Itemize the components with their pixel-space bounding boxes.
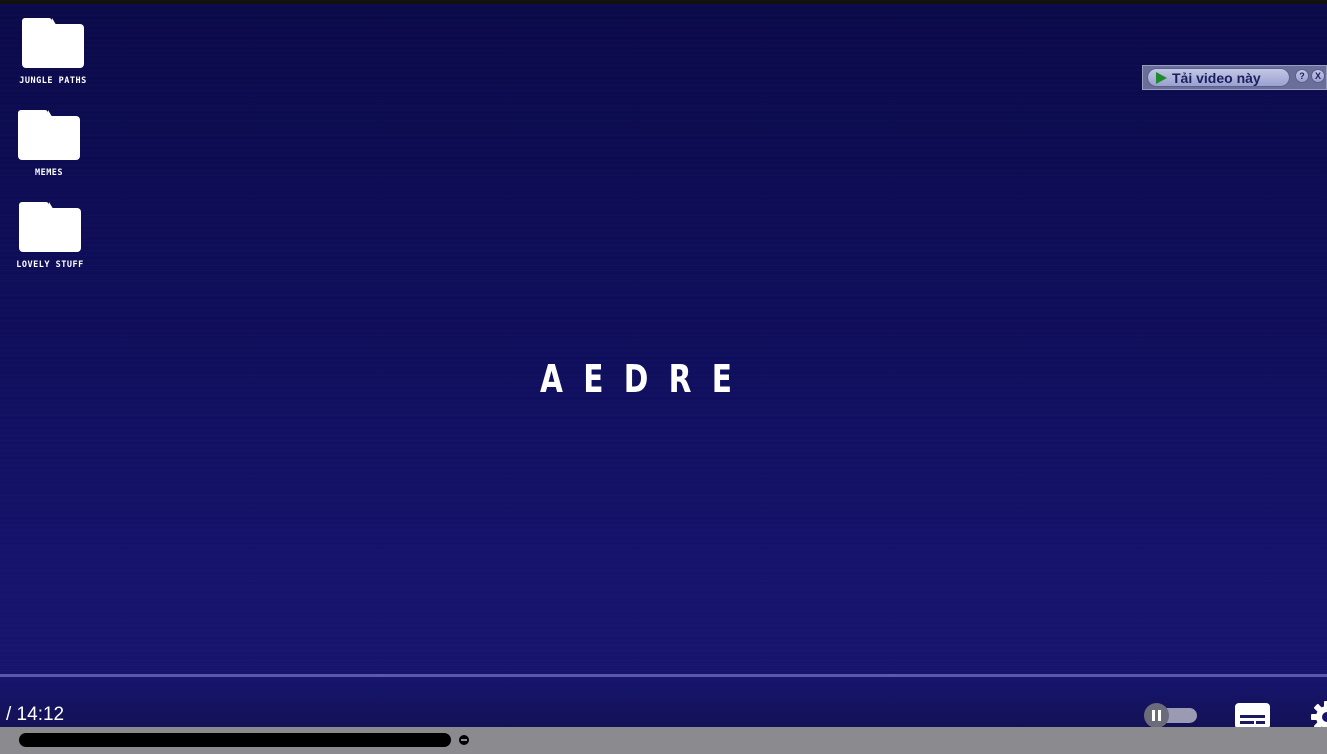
close-button[interactable]: X [1311,69,1325,83]
scanline-overlay [0,0,1327,680]
play-triangle-icon [1156,71,1167,84]
pause-icon [1144,703,1169,728]
scrubber-handle[interactable] [457,733,471,747]
download-video-button[interactable]: Tải video này [1147,68,1290,87]
help-button[interactable]: ? [1295,69,1309,83]
video-title-text: AEDRE [540,357,753,401]
download-video-label: Tải video này [1172,69,1261,86]
folder-label: JUNGLE PATHS [19,76,87,86]
scrubber-track[interactable] [19,733,451,747]
time-display: / 14:12 [6,704,65,725]
folder-icon [22,18,84,68]
folder-lovely-stuff: LOVELY STUFF [0,202,100,270]
folder-icon [19,202,81,252]
top-edge [0,0,1327,4]
folder-icon [18,110,80,160]
player-controls [0,677,1327,727]
folder-jungle-paths: JUNGLE PATHS [3,18,103,86]
folder-label: MEMES [34,168,64,178]
folder-memes: MEMES [0,110,99,178]
video-player[interactable]: JUNGLE PATHS MEMES LOVELY STUFF AEDRE Tả… [0,0,1327,754]
download-video-bar: Tải video này ? X [1142,65,1327,90]
autoplay-toggle[interactable] [1144,703,1198,728]
folder-label: LOVELY STUFF [16,260,84,270]
subtitles-button[interactable] [1235,703,1270,729]
